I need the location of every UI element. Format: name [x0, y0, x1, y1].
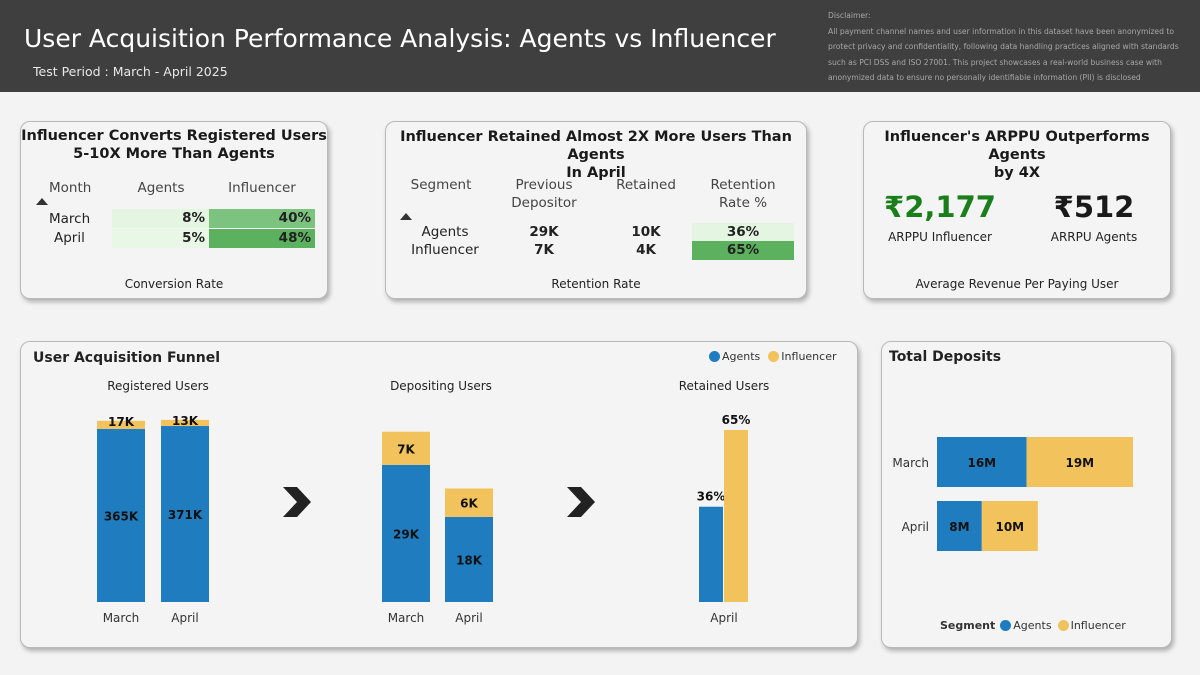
legend-dot-influencer — [1057, 620, 1069, 631]
col-header-line: Rate % — [718, 195, 768, 211]
col-header-influencer[interactable]: Influencer — [209, 179, 315, 197]
data-label-agents: 16M — [967, 456, 996, 470]
data-label-agents: 365K — [104, 509, 139, 523]
arppu-agents-value: ₹512 — [1053, 190, 1135, 224]
legend-label-agents: Agents — [1013, 619, 1052, 632]
category-label: April — [455, 611, 482, 625]
retention-title-line: Influencer Retained Almost 2X More Users… — [400, 129, 792, 163]
cell-retained: 4K — [636, 242, 656, 258]
page-subtitle: Test Period : March - April 2025 — [33, 64, 228, 79]
cell-agents: 8% — [112, 209, 209, 228]
retention-card: Influencer Retained Almost 2X More Users… — [385, 121, 807, 299]
category-label: April — [171, 611, 198, 625]
col-header-line: Retained — [616, 177, 676, 193]
col-header-line: Retention — [710, 177, 776, 193]
col-header-agents[interactable]: Agents — [113, 179, 209, 197]
row-month: March — [49, 211, 91, 227]
cell-influencer: 40% — [209, 209, 315, 228]
data-label-influencer: 13K — [172, 414, 199, 428]
arppu-title-line: Influencer's ARPPU Outperforms Agents — [884, 129, 1150, 163]
cell-rate: 36% — [692, 223, 794, 242]
data-label-influencer: 7K — [397, 442, 415, 456]
row-segment: Influencer — [411, 242, 479, 258]
col-header-month[interactable]: Month — [49, 179, 95, 197]
disclaimer-line: anonymized data to ensure no personally … — [828, 73, 1141, 83]
disclaimer: Disclaimer: All payment channel names an… — [828, 8, 1194, 86]
sort-ascending-icon[interactable] — [400, 213, 412, 220]
category-label: March — [892, 456, 929, 470]
cell-influencer: 48% — [209, 229, 315, 248]
sort-ascending-icon[interactable] — [36, 198, 48, 205]
category-label: April — [902, 520, 929, 534]
bar-influencer — [724, 430, 748, 602]
page-title: User Acquisition Performance Analysis: A… — [24, 24, 776, 53]
arppu-influencer-label: ARPPU Influencer — [888, 230, 992, 244]
legend-title: Segment — [940, 619, 996, 632]
disclaimer-line: All payment channel names and user infor… — [828, 26, 1174, 36]
bar-agents — [699, 506, 723, 602]
category-label: March — [388, 611, 425, 625]
col-header-retention-rate[interactable]: Retention Rate % — [692, 176, 794, 212]
arppu-influencer-value: ₹2,177 — [884, 190, 996, 224]
legend-label-influencer: Influencer — [1070, 619, 1126, 632]
cell-previous: 29K — [529, 224, 559, 240]
disclaimer-line: Disclaimer: — [828, 11, 871, 20]
arppu-title-line: by 4X — [993, 165, 1041, 181]
arppu-caption: Average Revenue Per Paying User — [915, 277, 1119, 291]
category-label: April — [710, 611, 737, 625]
cell-previous: 7K — [534, 242, 554, 258]
conversion-card: Influencer Converts Registered Users 5-1… — [20, 121, 328, 299]
data-label-agents: 371K — [168, 508, 203, 522]
data-label-influencer: 10M — [995, 520, 1024, 534]
funnel-group-title: Retained Users — [679, 379, 770, 393]
funnel-group-title: Registered Users — [107, 379, 209, 393]
data-label-influencer: 17K — [108, 415, 135, 429]
category-label: March — [103, 611, 140, 625]
conversion-caption: Conversion Rate — [124, 277, 224, 291]
conversion-title-line: 5-10X More Than Agents — [73, 146, 275, 162]
deposits-card: Total Deposits 16M 19M March 8M 10M April Seg… — [881, 341, 1172, 648]
deposits-chart: 16M 19M March 8M 10M April — [892, 437, 1133, 551]
col-header-retained[interactable]: Retained — [604, 176, 688, 194]
data-label-agents: 29K — [393, 527, 420, 541]
arppu-card: Influencer's ARPPU Outperforms Agents by… — [863, 121, 1171, 299]
funnel-group-title: Depositing Users — [390, 379, 492, 393]
col-header-segment[interactable]: Segment — [400, 176, 482, 194]
data-label-influencer: 6K — [460, 497, 478, 511]
disclaimer-line: such as PCI DSS and ISO 27001. This proj… — [828, 57, 1162, 67]
retention-caption: Retention Rate — [551, 277, 641, 291]
col-header-line: Segment — [410, 177, 472, 193]
cell-retained: 10K — [631, 224, 661, 240]
row-segment: Agents — [421, 224, 469, 240]
data-label-influencer: 19M — [1065, 456, 1094, 470]
funnel-chart: Registered Users 365K 17K March 371K 13K April… — [97, 379, 770, 625]
cell-rate: 65% — [692, 241, 794, 260]
data-label-agents: 8M — [949, 520, 969, 534]
legend-dot-agents — [1000, 620, 1012, 631]
funnel-card: User Acquisition Funnel Agents Influence… — [20, 341, 858, 648]
col-header-line: Depositor — [511, 195, 577, 211]
data-label-influencer: 65% — [722, 413, 751, 427]
data-label-agents: 18K — [456, 553, 483, 567]
deposits-legend[interactable]: Segment Agents Influencer — [940, 619, 1126, 632]
col-header-line: Previous — [515, 177, 573, 193]
col-header-previous-depositor[interactable]: Previous Depositor — [494, 176, 594, 212]
disclaimer-line: protect privacy and confidentiality, fol… — [828, 42, 1179, 52]
cell-agents: 5% — [112, 229, 209, 248]
row-month: April — [54, 230, 85, 246]
conversion-title-line: Influencer Converts Registered Users — [21, 128, 327, 144]
arppu-agents-label: ARRPU Agents — [1050, 230, 1138, 244]
data-label-agents: 36% — [697, 490, 726, 504]
